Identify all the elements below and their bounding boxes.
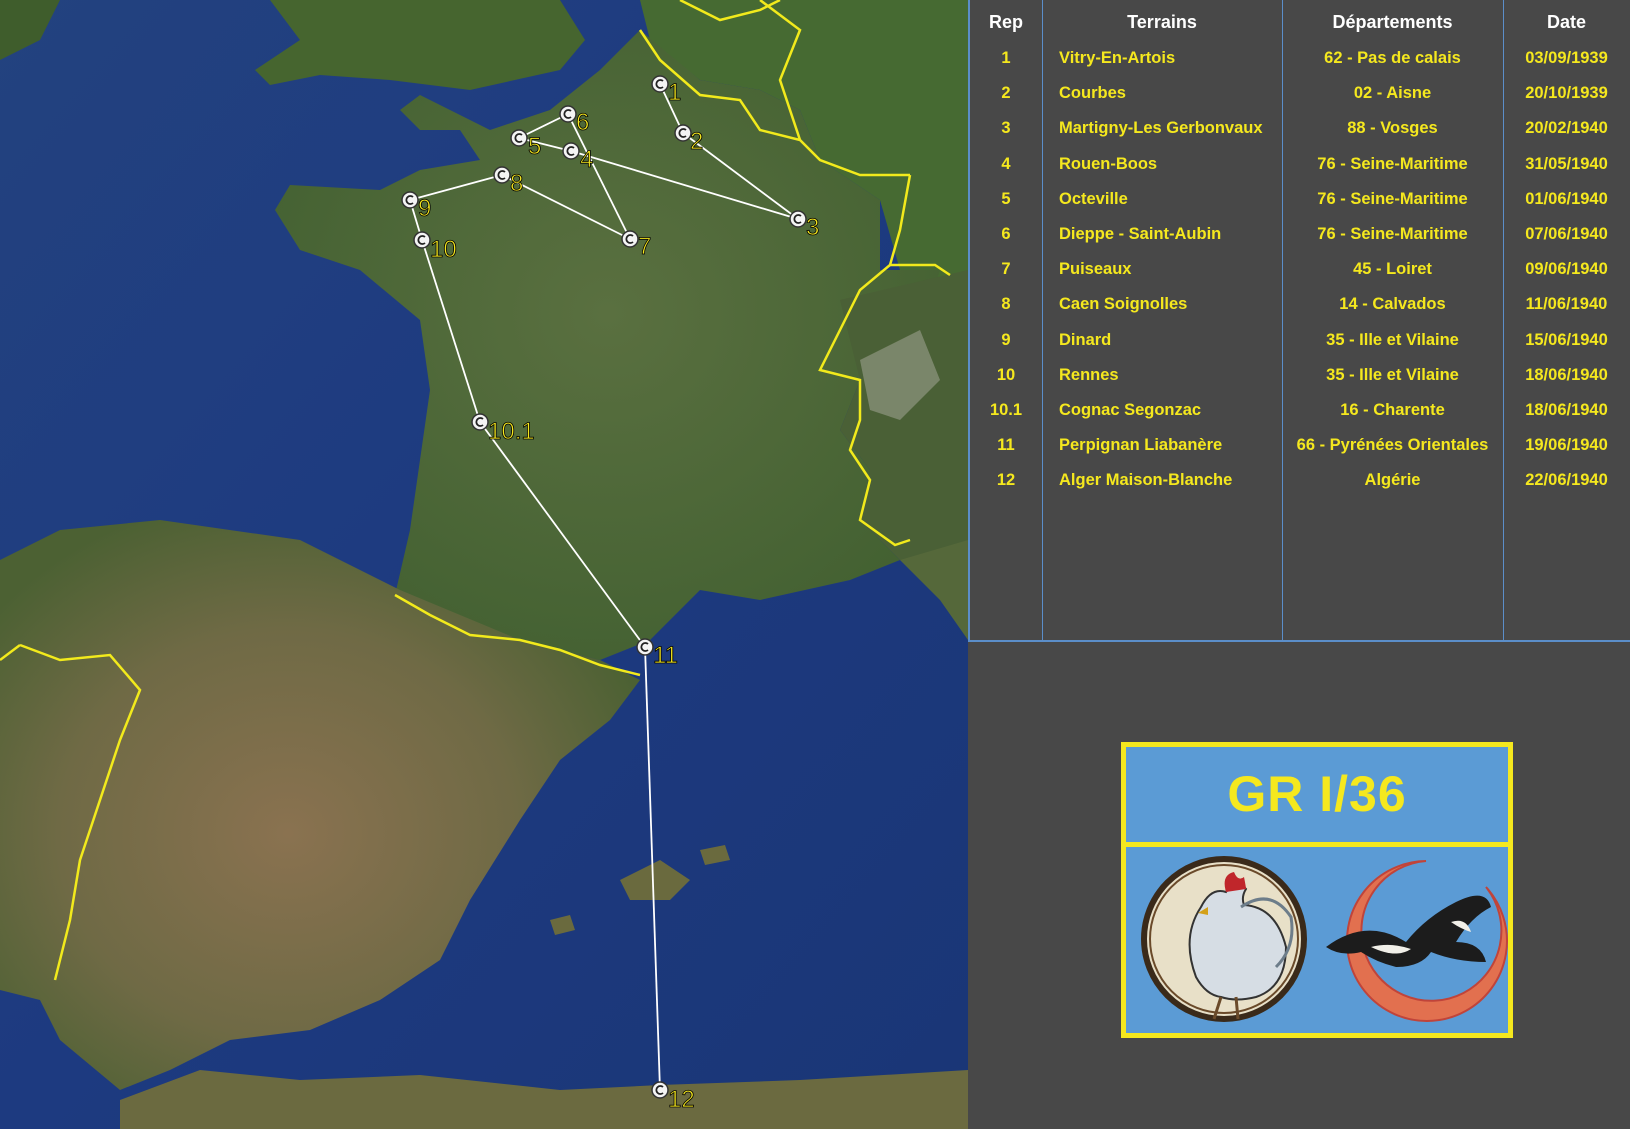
satellite-map: 1234567891010.11112 — [0, 0, 968, 1129]
cell-dept: 14 - Calvados — [1339, 295, 1446, 314]
cell-date: 20/02/1940 — [1525, 119, 1608, 138]
cell-dept: 76 - Seine-Maritime — [1317, 154, 1468, 173]
cell-date: 07/06/1940 — [1525, 225, 1608, 243]
cell-rep: 12 — [996, 471, 1016, 490]
cell-date: 18/06/1940 — [1525, 365, 1608, 384]
cell-rep: 2 — [1001, 84, 1011, 103]
cell-rep: 1 — [1001, 49, 1011, 67]
unit-emblem: GR I/36 — [1121, 742, 1513, 1038]
insignia-graphics — [1141, 856, 1508, 1022]
cell-date: 31/05/1940 — [1525, 154, 1608, 173]
cell-rep: 7 — [1001, 260, 1011, 279]
cell-terrain: Puiseaux — [1059, 260, 1132, 279]
marker-label: 11 — [653, 642, 678, 669]
cell-rep: 8 — [1001, 295, 1011, 314]
cell-date: 15/06/1940 — [1525, 330, 1608, 349]
eagle-crescent-icon — [1326, 860, 1508, 1022]
marker-label: 3 — [806, 214, 819, 241]
cell-terrain: Martigny-Les Gerbonvaux — [1059, 119, 1263, 138]
marker-label: 6 — [576, 109, 589, 136]
cell-terrain: Rennes — [1059, 365, 1119, 384]
unit-title: GR I/36 — [1126, 747, 1508, 847]
marker-pin-icon — [510, 129, 528, 147]
marker-label: 7 — [638, 233, 651, 260]
cell-date: 18/06/1940 — [1525, 401, 1608, 419]
cell-date: 01/06/1940 — [1525, 189, 1608, 208]
cell-terrain: Perpignan Liabanère — [1059, 436, 1223, 455]
cell-terrain: Octeville — [1059, 189, 1128, 208]
cell-date: 03/09/1939 — [1525, 49, 1608, 67]
marker-pin-icon — [562, 142, 580, 160]
marker-label: 4 — [580, 146, 593, 173]
map-view[interactable]: 1 2 3 4 5 6 7 8 9 10 10.1 11 12 — [0, 0, 968, 1129]
header-dept: Départements — [1332, 12, 1453, 32]
cell-rep: 4 — [1001, 154, 1011, 173]
marker-label: 2 — [690, 128, 703, 155]
cell-dept: 66 - Pyrénées Orientales — [1296, 436, 1489, 455]
airfield-table: Rep Terrains Départements Date 1 Vitry-En… — [968, 0, 1630, 642]
cell-dept: 45 - Loiret — [1353, 260, 1432, 279]
cell-rep: 6 — [1001, 225, 1011, 243]
marker-pin-icon — [471, 413, 489, 431]
cell-terrain: Caen Soignolles — [1059, 295, 1188, 314]
insignia-area — [1126, 847, 1508, 1033]
header-date: Date — [1546, 12, 1586, 32]
info-panel: Rep Terrains Départements Date 1 Vitry-En… — [968, 0, 1630, 1129]
cell-date: 20/10/1939 — [1525, 84, 1608, 103]
marker-pin-icon — [401, 191, 419, 209]
marker-label: 12 — [668, 1086, 695, 1113]
cell-rep: 10.1 — [989, 401, 1023, 419]
marker-pin-icon — [621, 230, 639, 248]
marker-pin-icon — [559, 105, 577, 123]
cell-dept: 35 - Ille et Vilaine — [1326, 365, 1459, 384]
marker-label: 1 — [668, 79, 681, 106]
cell-dept: 35 - Ille et Vilaine — [1326, 330, 1459, 349]
cell-dept: 76 - Seine-Maritime — [1317, 189, 1468, 208]
cell-terrain: Dinard — [1059, 330, 1112, 349]
marker-pin-icon — [636, 638, 654, 656]
header-terrain: Terrains — [1127, 12, 1197, 32]
rooster-badge-icon — [1141, 856, 1307, 1022]
marker-pin-icon — [789, 210, 807, 228]
cell-dept: Algérie — [1364, 471, 1421, 490]
cell-terrain: Alger Maison-Blanche — [1059, 471, 1233, 490]
cell-date: 09/06/1940 — [1525, 260, 1608, 279]
marker-label: 8 — [510, 170, 523, 197]
cell-dept: 16 - Charente — [1340, 401, 1445, 419]
cell-rep: 3 — [1001, 119, 1011, 138]
marker-pin-icon — [493, 166, 511, 184]
marker-label: 10.1 — [488, 418, 535, 445]
marker-label: 5 — [528, 133, 541, 160]
cell-rep: 10 — [996, 365, 1016, 384]
marker-pin-icon — [413, 231, 431, 249]
cell-dept: 02 - Aisne — [1353, 84, 1432, 103]
cell-dept: 62 - Pas de calais — [1324, 49, 1461, 67]
cell-rep: 11 — [997, 436, 1015, 455]
marker-pin-icon — [651, 1081, 669, 1099]
cell-terrain: Courbes — [1059, 84, 1126, 103]
cell-rep: 9 — [1001, 330, 1011, 349]
header-rep: Rep — [988, 12, 1023, 32]
cell-terrain: Dieppe - Saint-Aubin — [1059, 225, 1222, 243]
marker-label: 10 — [430, 236, 457, 263]
cell-terrain: Vitry-En-Artois — [1059, 49, 1176, 67]
marker-label: 9 — [418, 195, 431, 222]
cell-date: 19/06/1940 — [1525, 436, 1608, 455]
cell-terrain: Cognac Segonzac — [1059, 401, 1202, 419]
marker-pin-icon — [674, 124, 692, 142]
cell-date: 22/06/1940 — [1525, 471, 1608, 490]
cell-dept: 76 - Seine-Maritime — [1317, 225, 1468, 243]
cell-date: 11/06/1940 — [1525, 295, 1608, 314]
cell-dept: 88 - Vosges — [1347, 119, 1438, 138]
marker-pin-icon — [651, 75, 669, 93]
cell-rep: 5 — [1001, 189, 1011, 208]
cell-terrain: Rouen-Boos — [1059, 154, 1158, 173]
